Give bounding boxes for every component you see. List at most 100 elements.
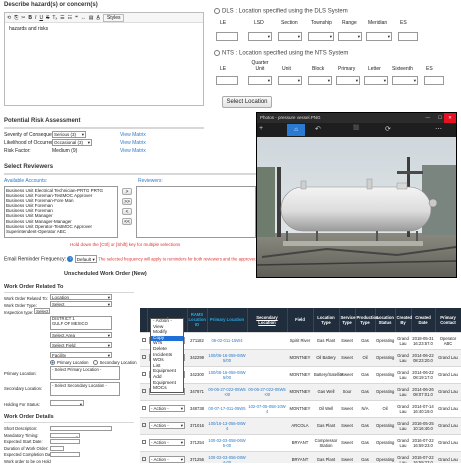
nts-block-select[interactable] [308, 76, 332, 85]
action-menu-item[interactable]: Add Equipment [151, 375, 183, 386]
zoom-in-button[interactable]: + [259, 125, 263, 132]
grid-header-cell[interactable] [140, 308, 147, 332]
grid-header-cell[interactable]: Primary Contact [435, 308, 461, 332]
underline-button[interactable]: U [39, 15, 43, 21]
grid-header-cell[interactable]: Primary Location [207, 308, 247, 332]
close-button[interactable]: ✕ [444, 113, 456, 123]
grid-header-cell[interactable]: Created Date [411, 308, 435, 332]
add-one-button[interactable]: > [122, 188, 132, 195]
undo-icon[interactable]: ⟲ [7, 15, 11, 21]
rotate-icon[interactable]: ↶ [315, 125, 321, 133]
district-list[interactable]: DISTRICT 1 GULF OF MEXICO [50, 316, 112, 330]
reviewers-list[interactable] [136, 186, 256, 238]
facility-select[interactable]: Facility [50, 352, 112, 358]
grid-header-cell[interactable]: Service Type [339, 308, 355, 332]
row-action-select[interactable]: - Action - [149, 405, 185, 412]
delete-icon[interactable]: ⬛ [353, 125, 359, 131]
secondary-location-radio[interactable] [93, 360, 98, 365]
dls-lsd-select[interactable] [248, 32, 272, 41]
checkbox[interactable] [142, 338, 146, 342]
nts-sixteenth-select[interactable] [392, 76, 418, 85]
clear-format-icon[interactable]: Tₓ [52, 15, 57, 21]
severity-select[interactable]: Serious (3) [52, 131, 86, 138]
primary-location-list[interactable]: - Select Primary Location - [50, 366, 120, 380]
select-location-button[interactable]: Select Location [222, 96, 272, 108]
view-matrix-link[interactable]: View Matrix [120, 132, 146, 138]
bold-button[interactable]: B [28, 15, 32, 21]
table-cell[interactable]: 100-02-03-056-08W4-00 [207, 451, 247, 463]
more-icon[interactable]: ⋯ [435, 125, 442, 133]
checkbox[interactable] [142, 457, 146, 461]
email-frequency-select[interactable]: Default [75, 255, 97, 263]
dls-radio[interactable] [214, 8, 220, 14]
cut-icon[interactable]: ✂ [21, 15, 25, 21]
table-cell[interactable] [247, 451, 287, 463]
row-action-select[interactable]: - Action - [149, 439, 185, 446]
work-order-type-select[interactable]: Select [50, 301, 112, 307]
holding-status-select[interactable] [50, 400, 84, 406]
quote-icon[interactable]: ❝ [75, 15, 78, 21]
table-cell[interactable] [247, 434, 287, 451]
view-matrix-link[interactable]: View Matrix [120, 140, 146, 146]
minimize-button[interactable]: — [426, 113, 431, 123]
grid-header-cell[interactable]: Field [287, 308, 313, 332]
row-checkbox[interactable] [140, 434, 147, 451]
table-icon[interactable]: ▤ [89, 15, 94, 21]
account-option[interactable]: Superintendent-Operator ABC [6, 229, 116, 234]
dls-range-select[interactable] [338, 32, 362, 41]
nts-le-input[interactable] [216, 76, 238, 85]
remove-all-button[interactable]: << [122, 218, 132, 225]
row-checkbox[interactable] [140, 451, 147, 463]
text-color-icon[interactable]: A̲ [97, 15, 100, 21]
row-checkbox[interactable] [140, 417, 147, 434]
nts-es-input[interactable] [424, 76, 444, 85]
row-checkbox[interactable] [140, 366, 147, 383]
add-all-button[interactable]: >> [122, 198, 132, 205]
table-cell[interactable] [247, 332, 287, 349]
field-select[interactable]: Select Field [50, 342, 112, 348]
table-cell[interactable]: 100/16-13-056-08W4 [207, 417, 247, 434]
dls-radio-row[interactable]: DLS : Location specified using the DLS S… [214, 8, 348, 15]
primary-location-radio[interactable] [50, 360, 55, 365]
checkbox[interactable] [142, 440, 146, 444]
nts-letter-select[interactable] [364, 76, 388, 85]
row-action-select[interactable]: - Action - [149, 422, 185, 429]
table-cell[interactable] [247, 366, 287, 383]
view-matrix-link[interactable]: View Matrix [120, 148, 146, 154]
nts-unit-select[interactable] [278, 76, 302, 85]
table-cell[interactable]: 100-02-03-058-06W5-00 [207, 434, 247, 451]
strikethrough-button[interactable]: S [46, 15, 49, 21]
grid-header-cell[interactable]: Created By [395, 308, 411, 332]
grid-header-cell[interactable]: Location Status [375, 308, 395, 332]
likelihood-select[interactable]: Occasional (3) [52, 139, 92, 146]
maximize-button[interactable]: ☐ [438, 113, 442, 123]
styles-dropdown[interactable]: Styles [103, 14, 125, 22]
checkbox[interactable] [142, 355, 146, 359]
dls-section-select[interactable] [278, 32, 302, 41]
action-dropdown-menu[interactable]: - Action -ViewModifyCopyWTsDeleteInciden… [150, 318, 184, 393]
row-checkbox[interactable] [140, 400, 147, 417]
dls-es-input[interactable] [398, 32, 418, 41]
checkbox[interactable] [142, 372, 146, 376]
table-cell[interactable]: 00-06-27-022-05W5-00 [247, 383, 287, 400]
completion-date-input[interactable] [50, 452, 80, 457]
table-cell[interactable]: 100/06-16-059-08W5/00 [207, 349, 247, 366]
bullet-list-icon[interactable]: ☷ [68, 15, 72, 21]
duration-input[interactable] [50, 446, 64, 451]
row-checkbox[interactable] [140, 383, 147, 400]
nts-radio[interactable] [214, 50, 220, 56]
row-action-select[interactable]: - Action - [149, 456, 185, 463]
table-cell[interactable]: 00-06-27-022-05W5-00 [207, 383, 247, 400]
dls-meridian-select[interactable] [366, 32, 392, 41]
grid-header-cell[interactable]: Secondary Location [247, 308, 287, 332]
short-description-input[interactable] [50, 426, 112, 431]
action-menu-item[interactable]: List Equipment [151, 364, 183, 375]
table-cell[interactable] [247, 349, 287, 366]
action-menu-item[interactable]: MOCs [151, 386, 183, 392]
table-cell[interactable]: 00-07-17-011-05W5 [207, 400, 247, 417]
grid-header-cell[interactable]: Production Type [355, 308, 375, 332]
table-cell[interactable] [247, 417, 287, 434]
nts-radio-row[interactable]: NTS : Location specified using the NTS S… [214, 50, 348, 57]
area-select[interactable]: Select Area [50, 332, 112, 338]
dls-le-input[interactable] [216, 32, 238, 41]
